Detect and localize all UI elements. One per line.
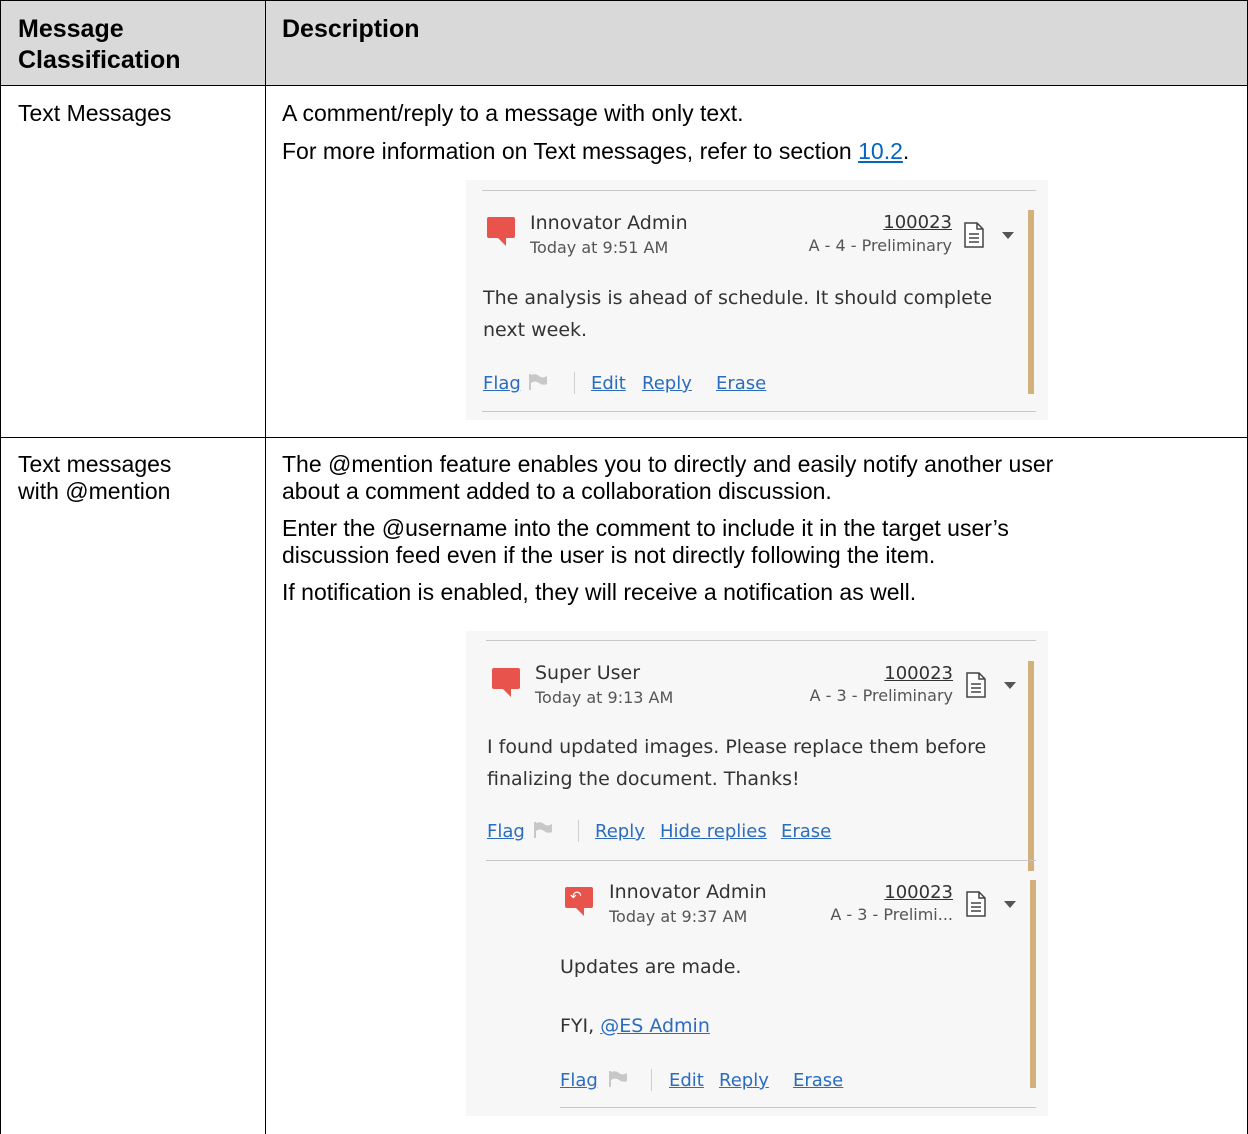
comment-time: Today at 9:51 AM bbox=[530, 238, 669, 257]
item-revision: A - 4 - Preliminary bbox=[808, 236, 952, 255]
card-accent-bar bbox=[1028, 661, 1034, 871]
flag-link[interactable]: Flag bbox=[560, 1071, 598, 1091]
action-separator bbox=[651, 1069, 652, 1091]
flag-icon[interactable] bbox=[533, 821, 553, 839]
table-border-left bbox=[0, 0, 1, 1134]
description-line: If notification is enabled, they will re… bbox=[282, 579, 917, 605]
action-separator bbox=[574, 372, 575, 394]
header-message-classification: Message Classification bbox=[18, 14, 181, 76]
comment-card-text-message: Innovator Admin Today at 9:51 AM 100023 … bbox=[466, 180, 1048, 420]
comment-body-line: The analysis is ahead of schedule. It sh… bbox=[483, 287, 993, 309]
classification-line: with @mention bbox=[18, 478, 171, 504]
action-separator bbox=[578, 820, 579, 842]
comment-body-line: next week. bbox=[483, 319, 588, 341]
table-row-divider bbox=[0, 437, 1248, 438]
header-line: Classification bbox=[18, 46, 181, 74]
erase-link[interactable]: Erase bbox=[781, 822, 831, 842]
card-accent-bar bbox=[1028, 210, 1034, 394]
description-line: Enter the @username into the comment to … bbox=[282, 515, 1009, 541]
description-line: about a comment added to a collaboration… bbox=[282, 478, 832, 504]
reply-body: Updates are made. FYI, @ES Admin bbox=[560, 951, 1020, 1042]
reply-body-prefix: FYI, bbox=[560, 1015, 601, 1037]
reply-bottom-rule bbox=[560, 1107, 1036, 1108]
document-icon[interactable] bbox=[966, 891, 986, 917]
header-line: Message bbox=[18, 15, 124, 43]
comment-card-mention: Super User Today at 9:13 AM 100023 A - 3… bbox=[466, 631, 1048, 1116]
reply-link[interactable]: Reply bbox=[719, 1071, 769, 1091]
item-number-link[interactable]: 100023 bbox=[884, 883, 953, 903]
mention-link[interactable]: @ES Admin bbox=[600, 1015, 710, 1037]
classification-line: Text messages bbox=[18, 451, 172, 477]
card-top-rule bbox=[482, 190, 1036, 191]
flag-link[interactable]: Flag bbox=[483, 374, 521, 394]
item-revision: A - 3 - Prelimi... bbox=[830, 905, 953, 924]
flag-link[interactable]: Flag bbox=[487, 822, 525, 842]
description-line: discussion feed even if the user is not … bbox=[282, 542, 936, 568]
reply-link[interactable]: Reply bbox=[642, 374, 692, 394]
erase-link[interactable]: Erase bbox=[793, 1071, 843, 1091]
comment-body: The analysis is ahead of schedule. It sh… bbox=[483, 282, 1023, 346]
card-top-rule bbox=[486, 640, 1036, 641]
chevron-down-icon[interactable] bbox=[1004, 901, 1016, 908]
reply-bubble-icon: ↶ bbox=[565, 887, 593, 916]
card-divider-rule bbox=[486, 860, 1036, 861]
document-icon[interactable] bbox=[966, 672, 986, 698]
card-bottom-rule bbox=[482, 411, 1036, 412]
reply-link[interactable]: Reply bbox=[595, 822, 645, 842]
comment-body-line: I found updated images. Please replace t… bbox=[487, 736, 987, 758]
comment-author[interactable]: Innovator Admin bbox=[530, 212, 688, 234]
message-bubble-icon bbox=[487, 217, 515, 246]
reply-author[interactable]: Innovator Admin bbox=[609, 881, 767, 903]
table-header-background bbox=[1, 1, 1247, 85]
table-column-divider bbox=[265, 0, 266, 1134]
flag-icon[interactable] bbox=[608, 1070, 628, 1088]
document-icon[interactable] bbox=[964, 222, 984, 248]
row1-description: A comment/reply to a message with only t… bbox=[282, 100, 744, 126]
item-revision: A - 3 - Preliminary bbox=[809, 686, 953, 705]
reply-accent-bar bbox=[1030, 880, 1036, 1088]
reply-mention-line: FYI, @ES Admin bbox=[560, 1010, 1020, 1042]
table-header-divider bbox=[0, 85, 1248, 86]
section-link[interactable]: 10.2 bbox=[858, 138, 903, 164]
reference-text: For more information on Text messages, r… bbox=[282, 138, 859, 164]
edit-link[interactable]: Edit bbox=[591, 374, 626, 394]
row2-classification: Text messages with @mention bbox=[18, 451, 171, 505]
reply-body-line: Updates are made. bbox=[560, 956, 742, 978]
row1-classification: Text Messages bbox=[18, 100, 172, 126]
reference-suffix: . bbox=[902, 138, 910, 164]
row2-description: The @mention feature enables you to dire… bbox=[282, 451, 1232, 606]
comment-author[interactable]: Super User bbox=[535, 662, 640, 684]
item-number-link[interactable]: 100023 bbox=[883, 213, 952, 233]
header-description: Description bbox=[282, 15, 420, 43]
table-border-top bbox=[0, 0, 1248, 1]
description-line: The @mention feature enables you to dire… bbox=[282, 451, 1054, 477]
comment-time: Today at 9:13 AM bbox=[535, 688, 674, 707]
erase-link[interactable]: Erase bbox=[716, 374, 766, 394]
chevron-down-icon[interactable] bbox=[1004, 682, 1016, 689]
row1-reference: For more information on Text messages, r… bbox=[282, 138, 909, 165]
item-number-link[interactable]: 100023 bbox=[884, 664, 953, 684]
edit-link[interactable]: Edit bbox=[669, 1071, 704, 1091]
reply-time: Today at 9:37 AM bbox=[609, 907, 748, 926]
chevron-down-icon[interactable] bbox=[1002, 232, 1014, 239]
message-bubble-icon bbox=[492, 668, 520, 697]
hide-replies-link[interactable]: Hide replies bbox=[660, 822, 767, 842]
flag-icon[interactable] bbox=[528, 373, 548, 391]
comment-body-line: finalizing the document. Thanks! bbox=[487, 768, 800, 790]
comment-body: I found updated images. Please replace t… bbox=[487, 731, 1027, 795]
